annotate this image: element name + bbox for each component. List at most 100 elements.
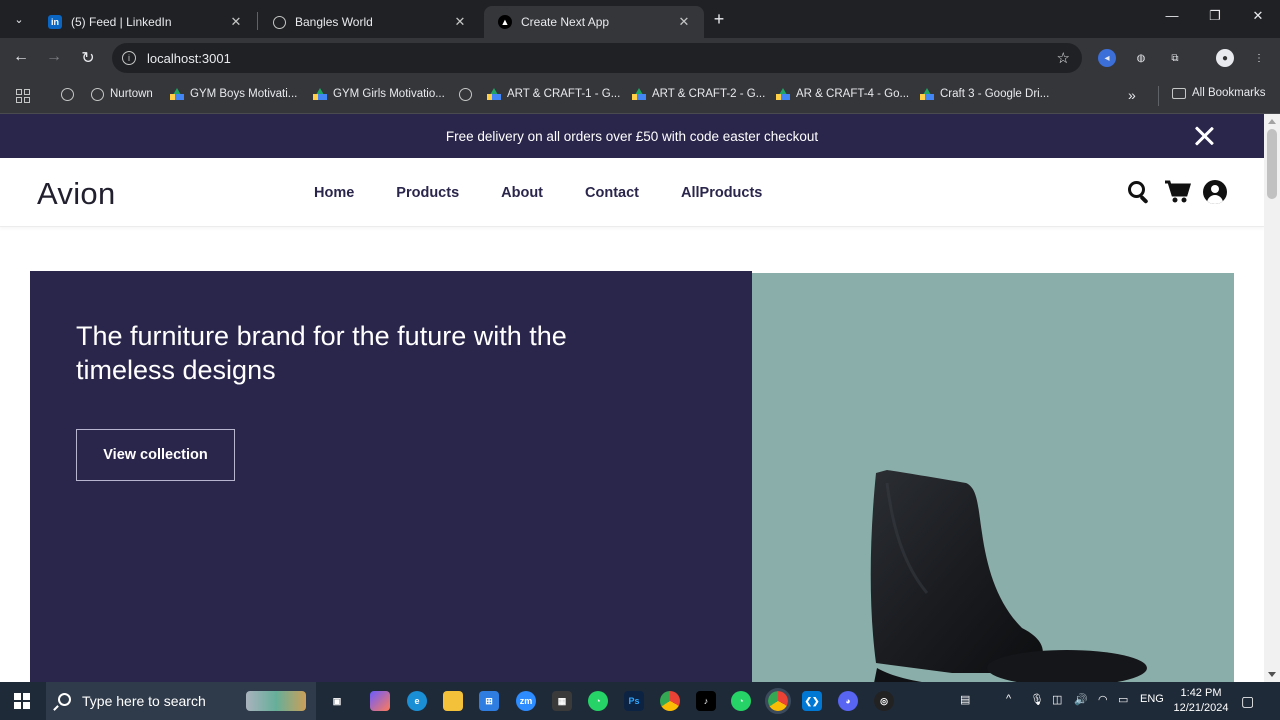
tiktok-icon[interactable]: ♪ [696,691,716,711]
apps-grid-icon[interactable] [16,89,30,103]
back-icon[interactable]: ← [11,48,31,66]
close-icon[interactable] [1192,124,1216,148]
all-bookmarks-label: All Bookmarks [1192,87,1266,99]
overflow-label: » [1128,87,1136,103]
clapper-app-icon[interactable]: ▦ [552,691,572,711]
chrome-icon[interactable] [660,691,680,711]
minimize-icon[interactable]: — [1160,8,1184,23]
bookmark-label: ART & CRAFT-1 - G... [507,88,621,100]
all-bookmarks[interactable]: All Bookmarks [1172,87,1266,99]
promo-text: Free delivery on all orders over £50 wit… [445,128,819,144]
profile-avatar-icon[interactable]: ● [1216,49,1234,67]
copilot-icon[interactable] [370,691,390,711]
tab-search-chevron-icon[interactable]: ⌄ [8,8,30,30]
translate-extension-icon[interactable]: ◍ [1132,49,1150,67]
obs-icon[interactable]: ◎ [874,691,894,711]
close-window-icon[interactable]: ✕ [1246,8,1270,24]
edge-icon[interactable]: e [407,691,427,711]
taskbar-search-box[interactable]: Type here to search [46,682,316,720]
bookmark-label: ART & CRAFT-2 - G... [652,88,766,100]
bookmark-gym-girls[interactable]: GYM Girls Motivatio... [313,87,445,101]
nav-about[interactable]: About [501,185,543,201]
nav-home[interactable]: Home [314,185,354,201]
task-view-icon[interactable]: ▣ [327,691,347,711]
close-tab-icon[interactable]: ✕ [228,14,244,30]
bookmark-art-craft-2[interactable]: ART & CRAFT-2 - G... [632,87,765,101]
battery-icon[interactable]: ▭ [1118,693,1128,706]
close-tab-icon[interactable]: ✕ [676,14,692,30]
user-account-icon[interactable] [1203,180,1227,204]
page-viewport: Free delivery on all orders over £50 wit… [0,114,1280,682]
cart-icon[interactable] [1165,180,1192,204]
chrome-menu-icon[interactable]: ⋮ [1250,49,1268,67]
bookmarks-overflow-icon[interactable]: » [1128,87,1136,103]
nav-allproducts[interactable]: AllProducts [681,185,762,201]
tab-linkedin[interactable]: in (5) Feed | LinkedIn ✕ [34,6,256,38]
tab-bangles-world[interactable]: Bangles World ✕ [258,6,480,38]
zoom-icon[interactable]: zm [516,691,536,711]
photoshop-icon[interactable]: Ps [624,691,644,711]
whatsapp-business-icon[interactable]: ◔ [731,691,751,711]
news-widget-icon[interactable]: ▤ [960,693,970,706]
windows-start-icon[interactable] [14,693,30,709]
google-drive-icon [170,87,184,101]
tab-create-next-app[interactable]: ▲ Create Next App ✕ [484,6,704,38]
vscode-icon[interactable]: ❮❯ [802,691,822,711]
restore-icon[interactable]: ❐ [1203,8,1227,24]
bookmark-label: GYM Girls Motivatio... [333,88,445,100]
notifications-icon[interactable]: ▢ [1241,693,1254,710]
bookmark-gym-boys[interactable]: GYM Boys Motivati... [170,87,297,101]
google-drive-icon [487,87,501,101]
new-tab-icon[interactable]: + [709,9,729,30]
bookmark-label: AR & CRAFT-4 - Go... [796,88,910,100]
search-highlight-icon [246,691,306,711]
extensions-puzzle-icon[interactable]: ⧉ [1166,49,1184,67]
speaker-icon[interactable]: 🔊 [1074,693,1088,706]
globe-icon [272,15,286,29]
google-drive-icon [920,87,934,101]
nav-products[interactable]: Products [396,185,459,201]
bookmark-art-craft-4[interactable]: AR & CRAFT-4 - Go... [776,87,909,101]
system-clock[interactable]: 1:42 PM 12/21/2024 [1170,686,1232,716]
file-explorer-icon[interactable] [443,691,463,711]
search-icon[interactable] [1127,180,1151,205]
search-icon [58,693,71,706]
view-collection-button[interactable]: View collection [76,429,235,481]
bookmark-nurtown[interactable]: Nurtown [90,87,153,101]
discord-icon[interactable]: ◕ [838,691,858,711]
address-bar[interactable]: i localhost:3001 ☆ [112,43,1082,73]
bookmark-star-icon[interactable]: ☆ [1057,49,1070,67]
page-scrollbar[interactable] [1264,114,1280,682]
chair-image [870,470,1147,682]
globe-icon [90,87,104,101]
microphone-icon[interactable]: 🎙 [1030,693,1044,706]
site-header: Avion Home Products About Contact AllPro… [0,158,1264,227]
close-tab-icon[interactable]: ✕ [452,14,468,30]
extension-icon[interactable]: ◂ [1098,49,1116,67]
browser-toolbar: ← → ↻ i localhost:3001 ☆ ◂ ◍ ⧉ ● ⋮ [0,38,1280,78]
linkedin-icon: in [48,15,62,29]
forward-icon[interactable]: → [44,48,64,66]
bookmark-art-craft-1[interactable]: ART & CRAFT-1 - G... [487,87,620,101]
tab-title: Create Next App [521,15,610,29]
chrome-active-icon[interactable] [765,688,791,714]
reload-icon[interactable]: ↻ [78,48,98,68]
bookmark-craft-3[interactable]: Craft 3 - Google Dri... [920,87,1049,101]
nav-contact[interactable]: Contact [585,185,639,201]
bookmarks-bar: Nurtown GYM Boys Motivati... GYM Girls M… [0,78,1280,114]
site-info-icon[interactable]: i [122,51,136,65]
logo[interactable]: Avion [37,176,116,212]
bookmark-label: GYM Boys Motivati... [190,88,298,100]
whatsapp-icon[interactable]: ◔ [588,691,608,711]
microsoft-store-icon[interactable]: ⊞ [479,691,499,711]
bookmark-globe[interactable] [60,87,80,101]
taskbar-search-placeholder: Type here to search [82,693,206,709]
hero-image [752,273,1234,682]
bookmark-globe-2[interactable] [458,87,478,101]
language-indicator[interactable]: ENG [1140,693,1164,705]
promo-banner: Free delivery on all orders over £50 wit… [0,114,1264,158]
camera-icon[interactable]: ◫ [1052,693,1062,706]
tray-overflow-icon[interactable]: ^ [1006,693,1011,705]
wifi-icon[interactable]: ◠ [1098,693,1108,706]
url-text: localhost:3001 [147,50,231,66]
